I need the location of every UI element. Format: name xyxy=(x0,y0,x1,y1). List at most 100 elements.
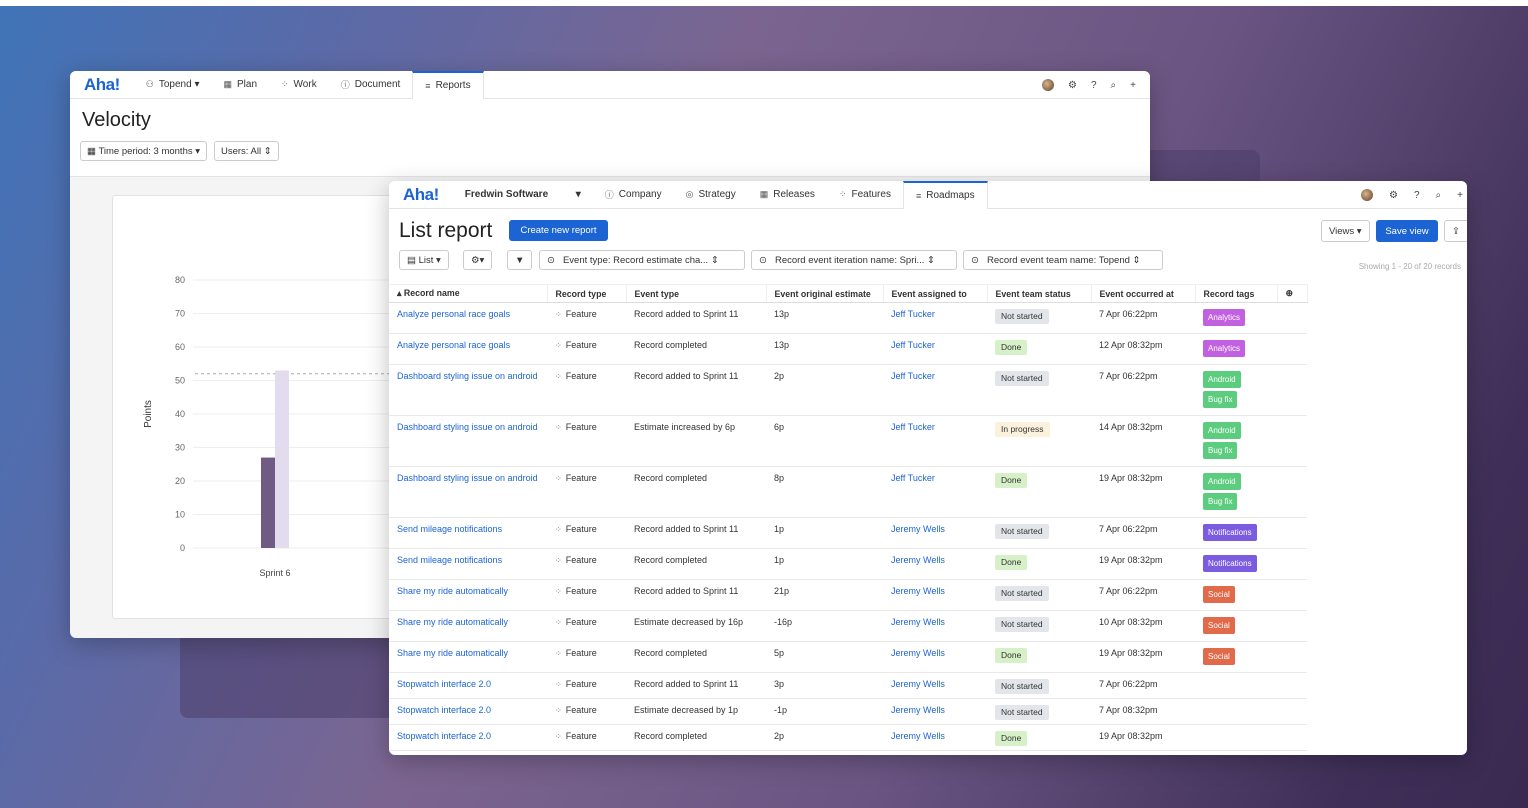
aha-logo[interactable]: Aha! xyxy=(84,75,120,95)
assignee-cell[interactable]: Jeremy Wells xyxy=(883,641,987,673)
nav-work[interactable]: ⁘ Work xyxy=(269,71,329,99)
column-header[interactable]: Record type xyxy=(547,284,627,303)
record-name-cell[interactable]: Send mileage notifications xyxy=(389,548,547,580)
assignee-link[interactable]: Jeremy Wells xyxy=(891,648,945,658)
bar[interactable] xyxy=(275,370,289,548)
record-tag[interactable]: Analytics xyxy=(1203,309,1246,326)
nav-plan[interactable]: ▦ Plan xyxy=(211,71,269,99)
assignee-link[interactable]: Jeff Tucker xyxy=(891,371,935,381)
record-name-cell[interactable]: Analyze personal race goals xyxy=(389,302,547,334)
assignee-cell[interactable]: Jeff Tucker xyxy=(883,364,987,416)
table-row[interactable]: Send mileage notifications ⁘ Feature Record… xyxy=(389,517,1307,549)
record-tag[interactable]: Notifications xyxy=(1203,524,1257,541)
table-row[interactable]: Analyze personal race goals ⁘ Feature Recor… xyxy=(389,333,1307,365)
record-tag[interactable]: Bug fix xyxy=(1203,493,1238,510)
record-name-cell[interactable]: Share my ride automatically xyxy=(389,579,547,611)
record-name-link[interactable]: Dashboard styling issue on android xyxy=(397,371,538,381)
record-name-cell[interactable]: Stopwatch interface 2.0 xyxy=(389,724,547,751)
filter-event-type[interactable]: ⊙ Event type: Record estimate cha... ⇕ xyxy=(539,250,745,270)
column-header[interactable]: Event occurred at xyxy=(1091,284,1196,303)
record-name-link[interactable]: Share my ride automatically xyxy=(397,617,508,627)
record-tag[interactable]: Android xyxy=(1203,422,1241,439)
assignee-link[interactable]: Jeremy Wells xyxy=(891,731,945,741)
record-tag[interactable]: Social xyxy=(1203,617,1235,634)
assignee-link[interactable]: Jeremy Wells xyxy=(891,555,945,565)
nav-document[interactable]: ⓘ Document xyxy=(329,71,413,99)
save-view-button[interactable]: Save view xyxy=(1376,220,1438,242)
column-header[interactable]: ▴ Record name xyxy=(389,284,548,303)
table-row[interactable]: Stopwatch interface 2.0 ⁘ Feature Record co… xyxy=(389,724,1307,751)
assignee-link[interactable]: Jeremy Wells xyxy=(891,679,945,689)
assignee-link[interactable]: Jeremy Wells xyxy=(891,617,945,627)
assignee-cell[interactable]: Jeremy Wells xyxy=(883,698,987,725)
record-name-cell[interactable]: Send mileage notifications xyxy=(389,517,547,549)
record-tag[interactable]: Bug fix xyxy=(1203,442,1238,459)
record-name-link[interactable]: Send mileage notifications xyxy=(397,524,502,534)
assignee-link[interactable]: Jeremy Wells xyxy=(891,586,945,596)
assignee-cell[interactable]: Jeremy Wells xyxy=(883,724,987,751)
help-icon[interactable]: ? xyxy=(1091,80,1097,91)
assignee-cell[interactable]: Jeremy Wells xyxy=(883,579,987,611)
column-header[interactable]: Event type xyxy=(626,284,767,303)
record-name-cell[interactable]: Dashboard styling issue on android xyxy=(389,466,547,518)
assignee-link[interactable]: Jeff Tucker xyxy=(891,309,935,319)
share-icon[interactable]: ⇪ xyxy=(1444,220,1467,242)
record-name-cell[interactable]: Dashboard styling issue on android xyxy=(389,364,547,416)
column-header[interactable]: Event team status xyxy=(987,284,1092,303)
nav-company[interactable]: ⓘ Company xyxy=(593,181,674,209)
table-row[interactable]: Send mileage notifications ⁘ Feature Record… xyxy=(389,548,1307,580)
nav-roadmaps[interactable]: ≡ Roadmaps xyxy=(902,181,988,209)
record-name-link[interactable]: Analyze personal race goals xyxy=(397,340,510,350)
record-name-link[interactable]: Stopwatch interface 2.0 xyxy=(397,705,491,715)
assignee-link[interactable]: Jeremy Wells xyxy=(891,705,945,715)
record-name-link[interactable]: Share my ride automatically xyxy=(397,648,508,658)
add-column-icon[interactable]: ⊕ xyxy=(1277,284,1308,303)
table-row[interactable]: Stopwatch interface 2.0 ⁘ Feature Record ad… xyxy=(389,672,1307,699)
record-name-cell[interactable]: Share my ride automatically xyxy=(389,641,547,673)
filter-icon[interactable]: ▼ xyxy=(507,250,533,270)
assignee-cell[interactable]: Jeff Tucker xyxy=(883,333,987,365)
table-row[interactable]: Analyze personal race goals ⁘ Feature Recor… xyxy=(389,302,1307,334)
record-tag[interactable]: Social xyxy=(1203,648,1235,665)
assignee-cell[interactable]: Jeremy Wells xyxy=(883,548,987,580)
record-name-link[interactable]: Dashboard styling issue on android xyxy=(397,422,538,432)
record-name-link[interactable]: Send mileage notifications xyxy=(397,555,502,565)
avatar[interactable] xyxy=(1361,189,1374,201)
record-tag[interactable]: Analytics xyxy=(1203,340,1246,357)
table-row[interactable]: Dashboard styling issue on android ⁘ Featu… xyxy=(389,466,1307,518)
views-button[interactable]: Views ▾ xyxy=(1321,220,1370,242)
record-name-cell[interactable]: Analyze personal race goals xyxy=(389,333,547,365)
filter-clear-icon[interactable]: ⊙ xyxy=(971,255,979,266)
record-name-cell[interactable]: Stopwatch interface 2.0 xyxy=(389,698,547,725)
record-name-link[interactable]: Share my ride automatically xyxy=(397,586,508,596)
record-name-cell[interactable]: Share my ride automatically xyxy=(389,610,547,642)
create-report-button[interactable]: Create new report xyxy=(509,220,608,241)
filter-team-name[interactable]: ⊙ Record event team name: Topend ⇕ xyxy=(963,250,1163,270)
assignee-cell[interactable]: Jeremy Wells xyxy=(883,672,987,699)
record-tag[interactable]: Android xyxy=(1203,473,1241,490)
table-row[interactable]: Stopwatch interface 2.0 ⁘ Feature Estimate … xyxy=(389,698,1307,725)
table-row[interactable]: Dashboard styling issue on android ⁘ Featu… xyxy=(389,415,1307,467)
plus-icon[interactable]: + xyxy=(1130,80,1136,91)
time-period-filter[interactable]: ▦ Time period: 3 months ▾ xyxy=(80,141,208,161)
list-view-button[interactable]: ▤ List ▾ xyxy=(399,250,449,270)
record-name-link[interactable]: Stopwatch interface 2.0 xyxy=(397,731,491,741)
assignee-cell[interactable]: Jeff Tucker xyxy=(883,302,987,334)
avatar[interactable] xyxy=(1042,79,1055,91)
assignee-link[interactable]: Jeff Tucker xyxy=(891,473,935,483)
users-filter[interactable]: Users: All ⇕ xyxy=(214,141,279,161)
assignee-cell[interactable]: Jeremy Wells xyxy=(883,517,987,549)
filter-iteration-name[interactable]: ⊙ Record event iteration name: Spri... ⇕ xyxy=(751,250,957,270)
plus-icon[interactable]: + xyxy=(1457,190,1463,201)
nav-releases[interactable]: ▦ Releases xyxy=(748,181,827,209)
gear-icon[interactable]: ⚙ xyxy=(1389,190,1398,201)
nav-reports[interactable]: ≡ Reports xyxy=(412,71,484,99)
table-row[interactable]: Share my ride automatically ⁘ Feature Recor… xyxy=(389,579,1307,611)
column-header[interactable]: Event original estimate xyxy=(766,284,884,303)
record-tag[interactable]: Bug fix xyxy=(1203,391,1238,408)
nav-features[interactable]: ⁘ Features xyxy=(827,181,903,209)
table-row[interactable]: Dashboard styling issue on android ⁘ Featu… xyxy=(389,364,1307,416)
workspace-selector[interactable]: Fredwin Software ▾ xyxy=(453,181,593,209)
record-tag[interactable]: Android xyxy=(1203,371,1241,388)
filter-clear-icon[interactable]: ⊙ xyxy=(759,255,767,266)
